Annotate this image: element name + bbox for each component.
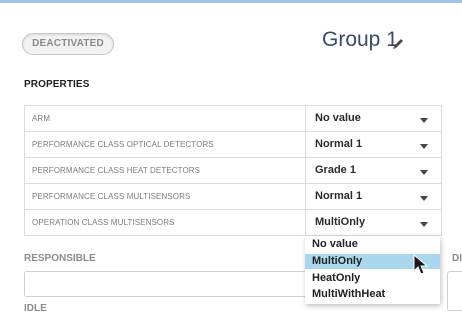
property-label: ARM [32,114,51,123]
property-row-arm: ARM No value [24,106,442,132]
responsible-input[interactable] [24,271,322,297]
responsible-label: RESPONSIBLE [24,253,96,264]
idle-label: IDLE [24,303,47,312]
property-row-heat: PERFORMANCE CLASS HEAT DETECTORS Grade 1 [24,158,442,184]
property-label: PERFORMANCE CLASS HEAT DETECTORS [32,166,201,175]
dropdown-option-no-value[interactable]: No value [305,237,440,252]
property-row-optical: PERFORMANCE CLASS OPTICAL DETECTORS Norm… [24,132,442,158]
side-field-input[interactable] [447,271,462,311]
mouse-cursor-icon [413,254,429,275]
property-label: PERFORMANCE CLASS OPTICAL DETECTORS [32,140,214,149]
properties-heading: PROPERTIES [24,79,90,90]
property-label: OPERATION CLASS MULTISENSORS [32,218,175,227]
property-row-multisensors: PERFORMANCE CLASS MULTISENSORS Normal 1 [24,184,442,210]
property-value: MultiOnly [315,216,366,228]
top-accent-rule [0,0,462,3]
property-select-optical[interactable]: Normal 1 [305,132,442,157]
status-badge[interactable]: DEACTIVATED [22,33,114,55]
chevron-down-icon [420,222,428,227]
property-value: Normal 1 [315,138,363,150]
property-select-arm[interactable]: No value [305,106,442,131]
chevron-down-icon [420,170,428,175]
chevron-down-icon [420,196,428,201]
property-value: Normal 1 [315,190,363,202]
group-title: Group 1 [322,28,398,51]
pencil-icon[interactable] [391,37,405,51]
dropdown-option-multiwithheat[interactable]: MultiWithHeat [305,287,440,302]
property-label: PERFORMANCE CLASS MULTISENSORS [32,192,191,201]
property-select-heat[interactable]: Grade 1 [305,158,442,183]
property-value: No value [315,112,361,124]
side-field-label: DI [452,253,462,264]
property-select-multisensors[interactable]: Normal 1 [305,184,442,209]
chevron-down-icon [420,144,428,149]
properties-table: ARM No value PERFORMANCE CLASS OPTICAL D… [24,105,442,236]
property-value: Grade 1 [315,164,356,176]
property-select-operation-class[interactable]: MultiOnly [305,210,442,235]
chevron-down-icon [420,118,428,123]
property-row-operation-class: OPERATION CLASS MULTISENSORS MultiOnly [24,210,442,236]
